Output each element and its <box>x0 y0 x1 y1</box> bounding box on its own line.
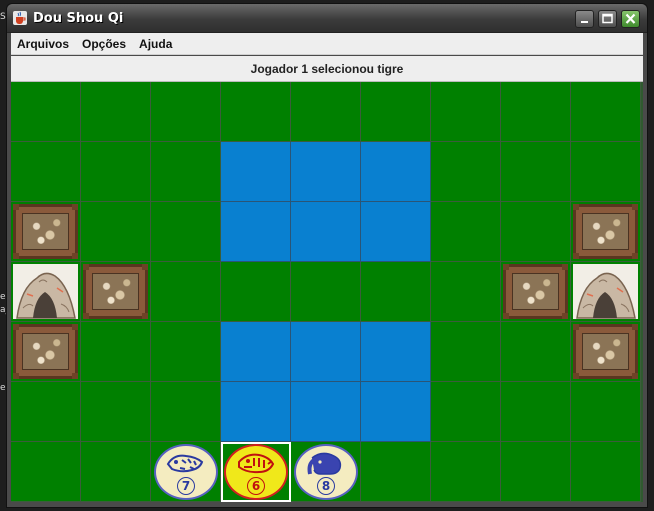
water-cell[interactable] <box>361 202 431 262</box>
minimize-button[interactable] <box>575 10 594 28</box>
trap-icon <box>503 264 568 319</box>
land-cell[interactable] <box>11 382 81 442</box>
land-cell[interactable] <box>11 82 81 142</box>
land-cell[interactable] <box>81 142 151 202</box>
game-board: 7 6 8 <box>11 82 643 502</box>
piece-rank: 7 <box>177 477 195 495</box>
land-cell[interactable] <box>431 382 501 442</box>
land-cell[interactable] <box>501 82 571 142</box>
land-cell[interactable] <box>501 262 571 322</box>
water-cell[interactable] <box>221 142 291 202</box>
land-cell[interactable] <box>571 202 641 262</box>
land-cell[interactable] <box>431 142 501 202</box>
trap-icon <box>83 264 148 319</box>
land-cell[interactable] <box>571 442 641 502</box>
piece-elephant[interactable]: 8 <box>294 444 358 500</box>
land-cell[interactable] <box>571 82 641 142</box>
land-cell[interactable] <box>151 202 221 262</box>
menu-ajuda[interactable]: Ajuda <box>139 37 172 51</box>
land-cell[interactable] <box>11 322 81 382</box>
land-cell[interactable] <box>431 442 501 502</box>
land-cell[interactable] <box>81 382 151 442</box>
piece-leopard[interactable]: 7 <box>154 444 218 500</box>
land-cell[interactable] <box>501 322 571 382</box>
land-cell[interactable] <box>571 382 641 442</box>
land-cell[interactable] <box>501 202 571 262</box>
app-window: Dou Shou Qi Arquivos Opções Ajuda Jogado… <box>6 3 648 508</box>
java-cup-icon <box>13 11 27 25</box>
title-bar[interactable]: Dou Shou Qi <box>7 4 647 33</box>
land-cell[interactable] <box>81 202 151 262</box>
land-cell[interactable]: 7 <box>151 442 221 502</box>
land-cell[interactable] <box>11 262 81 322</box>
land-cell[interactable] <box>431 82 501 142</box>
land-cell[interactable] <box>11 442 81 502</box>
land-cell[interactable] <box>151 82 221 142</box>
piece-rank: 8 <box>317 477 335 495</box>
land-cell[interactable] <box>11 202 81 262</box>
water-cell[interactable] <box>291 322 361 382</box>
land-cell[interactable] <box>361 262 431 322</box>
den-icon <box>573 264 638 319</box>
maximize-button[interactable] <box>598 10 617 28</box>
den-icon <box>13 264 78 319</box>
menu-bar: Arquivos Opções Ajuda <box>11 33 643 55</box>
land-cell[interactable] <box>221 82 291 142</box>
water-cell[interactable] <box>361 382 431 442</box>
land-cell[interactable] <box>151 322 221 382</box>
land-cell[interactable] <box>501 382 571 442</box>
menu-arquivos[interactable]: Arquivos <box>17 37 69 51</box>
land-cell[interactable] <box>81 322 151 382</box>
land-cell[interactable] <box>291 262 361 322</box>
water-cell[interactable] <box>361 322 431 382</box>
land-cell[interactable] <box>151 382 221 442</box>
land-cell[interactable] <box>221 262 291 322</box>
land-cell[interactable] <box>571 322 641 382</box>
minimize-icon <box>581 21 588 23</box>
land-cell[interactable] <box>501 142 571 202</box>
water-cell[interactable] <box>291 382 361 442</box>
land-cell[interactable] <box>291 82 361 142</box>
land-cell[interactable] <box>431 322 501 382</box>
water-cell[interactable] <box>221 322 291 382</box>
water-cell[interactable] <box>221 382 291 442</box>
land-cell[interactable] <box>11 142 81 202</box>
land-cell[interactable] <box>81 82 151 142</box>
maximize-icon <box>602 13 613 24</box>
menu-opcoes[interactable]: Opções <box>82 37 126 51</box>
land-cell[interactable] <box>571 142 641 202</box>
piece-tiger[interactable]: 6 <box>224 444 288 500</box>
water-cell[interactable] <box>291 142 361 202</box>
land-cell[interactable] <box>571 262 641 322</box>
close-icon <box>625 13 636 24</box>
piece-rank: 6 <box>247 477 265 495</box>
water-cell[interactable] <box>361 142 431 202</box>
status-message: Jogador 1 selecionou tigre <box>11 56 643 82</box>
trap-icon <box>573 204 638 259</box>
land-cell[interactable] <box>151 142 221 202</box>
water-cell[interactable] <box>291 202 361 262</box>
land-cell[interactable] <box>431 262 501 322</box>
land-cell[interactable]: 8 <box>291 442 361 502</box>
trap-icon <box>13 204 78 259</box>
window-title: Dou Shou Qi <box>33 11 124 26</box>
trap-icon <box>573 324 638 379</box>
water-cell[interactable] <box>221 202 291 262</box>
land-cell[interactable]: 6 <box>221 442 291 502</box>
land-cell[interactable] <box>501 442 571 502</box>
land-cell[interactable] <box>151 262 221 322</box>
land-cell[interactable] <box>431 202 501 262</box>
land-cell[interactable] <box>81 262 151 322</box>
close-button[interactable] <box>621 10 640 28</box>
land-cell[interactable] <box>81 442 151 502</box>
land-cell[interactable] <box>361 442 431 502</box>
trap-icon <box>13 324 78 379</box>
land-cell[interactable] <box>361 82 431 142</box>
